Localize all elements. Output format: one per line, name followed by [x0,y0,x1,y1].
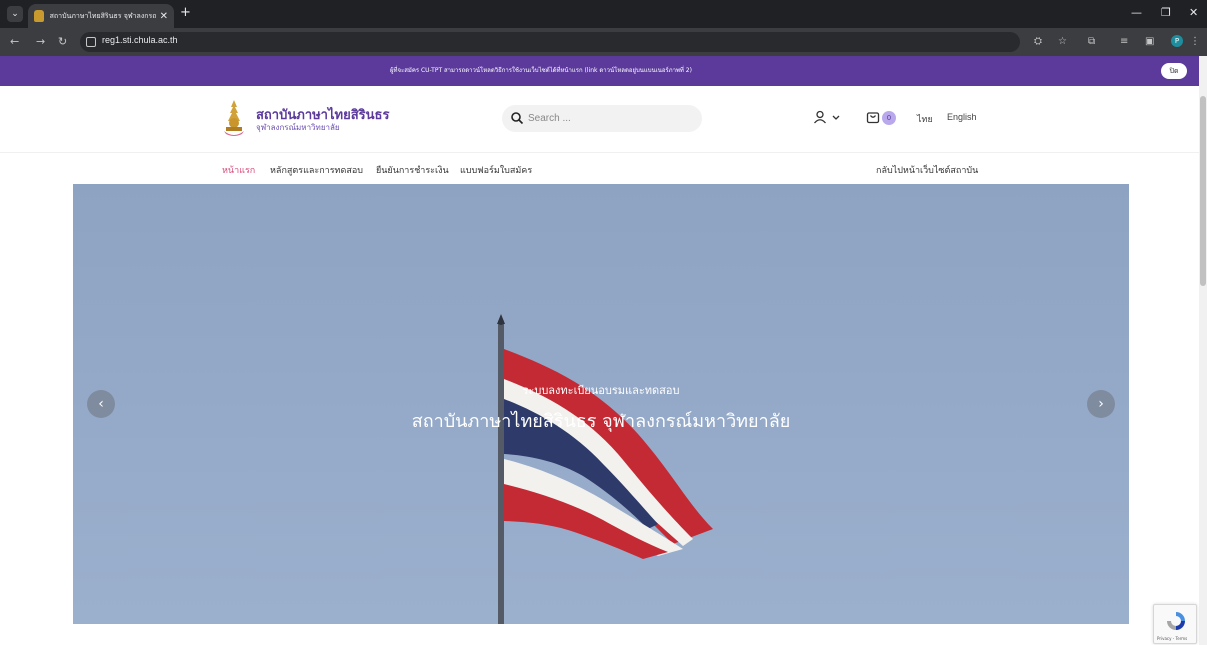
user-account-icon[interactable] [813,110,827,124]
back-icon[interactable]: ← [10,35,19,48]
browser-tab[interactable]: สถาบันภาษาไทยสิรินธร จุฬาลงกรณ์... ✕ [28,4,174,28]
close-window-icon[interactable]: ✕ [1189,6,1198,19]
recaptcha-badge[interactable]: Privacy - Terms [1153,604,1197,644]
site-header: สถาบันภาษาไทยสิรินธร จุฬาลงกรณ์มหาวิทยาล… [0,86,1199,152]
restore-window-icon[interactable]: ❐ [1161,6,1171,19]
minimize-window-icon[interactable]: — [1131,6,1142,19]
shopping-bag-icon[interactable] [866,110,880,124]
browser-tab-bar: ⌄ สถาบันภาษาไทยสิรินธร จุฬาลงกรณ์... ✕ +… [0,0,1207,28]
lang-english-link[interactable]: English [947,112,977,122]
extensions-icon[interactable]: ⧉ [1088,36,1095,47]
browser-menu-icon[interactable]: ⋮ [1190,36,1200,47]
forward-icon[interactable]: → [36,35,45,48]
logo-subtitle: จุฬาลงกรณ์มหาวิทยาลัย [256,123,340,132]
slider-prev-button[interactable]: ‹ [87,390,115,418]
cart-count-badge: 0 [882,111,896,125]
hero-subtitle: ระบบลงทะเบียนอบรมและทดสอบ [522,384,680,397]
close-tab-icon[interactable]: ✕ [160,11,168,22]
chevron-down-icon[interactable] [832,115,840,121]
site-favicon-icon [34,10,44,22]
lang-thai-link[interactable]: ไทย [917,112,933,126]
institute-emblem-icon[interactable] [222,99,246,137]
site-info-icon[interactable] [86,37,96,47]
search-icon[interactable] [510,111,524,125]
thai-flag-image [497,314,713,624]
profile-avatar[interactable]: P [1171,35,1183,47]
tab-search-button[interactable]: ⌄ [7,6,23,22]
slider-next-button[interactable]: › [1087,390,1115,418]
nav-item-home[interactable]: หน้าแรก [222,163,255,177]
main-nav: หน้าแรก หลักสูตรและการทดสอบ ยืนยันการชำร… [0,152,1199,184]
hero-title: สถาบันภาษาไทยสิรินธร จุฬาลงกรณ์มหาวิทยาล… [411,411,791,432]
page-scrollbar[interactable] [1199,56,1207,645]
search-input[interactable] [528,110,688,127]
reload-icon[interactable]: ↻ [58,35,67,48]
nav-item-courses[interactable]: หลักสูตรและการทดสอบ [270,163,363,177]
reading-list-icon[interactable]: ≡ [1120,36,1128,47]
translate-icon[interactable]: ⛭ [1034,36,1042,47]
nav-item-application-form[interactable]: แบบฟอร์มใบสมัคร [460,163,532,177]
back-to-institute-link[interactable]: กลับไปหน้าเว็บไซต์สถาบัน [876,163,978,177]
tab-title: สถาบันภาษาไทยสิรินธร จุฬาลงกรณ์... [49,11,156,20]
nav-item-payment-confirm[interactable]: ยืนยันการชำระเงิน [376,163,449,177]
browser-toolbar: ← → ↻ reg1.sti.chula.ac.th ⛭ ☆ ⧉ ≡ ▣ ⋮ [0,28,1207,56]
new-tab-button[interactable]: + [180,6,191,20]
hero-slider[interactable]: ระบบลงทะเบียนอบรมและทดสอบ สถาบันภาษาไทยส… [73,184,1129,624]
recaptcha-text[interactable]: Privacy - Terms [1157,636,1187,641]
announcement-text: ผู้ที่จะสมัคร CU-TPT สามารถดาวน์โหลดวิธี… [390,67,692,74]
bookmark-star-icon[interactable]: ☆ [1058,36,1067,47]
recaptcha-icon [1167,612,1185,630]
scrollbar-thumb[interactable] [1200,96,1206,286]
side-panel-icon[interactable]: ▣ [1145,36,1154,47]
address-bar[interactable]: reg1.sti.chula.ac.th [80,32,1020,52]
url-text: reg1.sti.chula.ac.th [102,35,178,45]
announcement-bar: ผู้ที่จะสมัคร CU-TPT สามารถดาวน์โหลดวิธี… [0,56,1199,86]
announcement-close-button[interactable]: ปิด [1161,63,1187,79]
